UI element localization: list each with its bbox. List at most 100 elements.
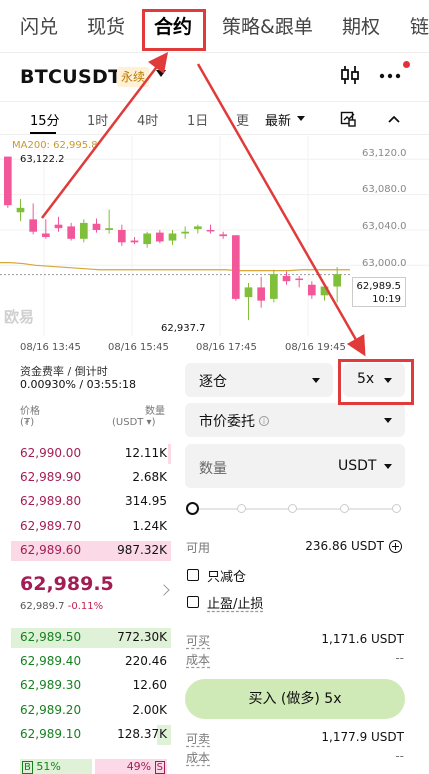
sell-ratio-label: S [154,761,165,774]
bid-size: 128.37K [117,726,167,741]
buy-long-button[interactable]: 买入 (做多) 5x [185,679,405,719]
y-tick: 63,080.0 [362,184,407,195]
candle-down [156,232,164,242]
symbol-title[interactable]: BTCUSDT [20,66,121,88]
cost-label: 成本 [186,751,211,765]
bid-row[interactable]: 62,989.40 220.46 [0,651,175,673]
tab-spot[interactable]: 现货 [87,12,125,39]
reduce-only-label[interactable]: 只减仓 [207,566,246,585]
can-buy-value: 1,171.6 USDT [321,632,404,646]
interval-more[interactable]: 更 [236,110,249,129]
slider-step-75[interactable] [340,504,349,513]
margin-mode-select[interactable]: 逐仓 [185,363,333,397]
slider-step-25[interactable] [237,504,246,513]
interval-15m[interactable]: 15分 [30,110,60,129]
ob-qty-unit-selector[interactable]: (USDT ▾) [112,417,155,428]
y-tick: 63,040.0 [362,221,407,232]
slider-handle[interactable] [186,502,199,515]
candle-down [29,219,37,232]
interval-1d[interactable]: 1日 [187,110,208,129]
x-tick: 08/16 19:45 [285,342,346,353]
interval-1h[interactable]: 1时 [87,110,108,129]
interval-active-underline [30,132,56,134]
available-label: 可用 [186,541,211,555]
chevron-right-icon[interactable] [158,584,170,596]
candle-up [16,207,25,213]
change-percent: -0.11% [67,601,104,612]
sell-ratio: 49% S [95,759,167,774]
can-sell-value: 1,177.9 USDT [321,730,404,744]
bid-row[interactable]: 62,989.10 128.37K [0,724,175,746]
tab-options[interactable]: 期权 [342,12,380,39]
buy-ratio-label: B [22,761,33,774]
bid-price: 62,989.30 [20,678,82,693]
candle-up [333,274,341,287]
can-buy-label: 可买 [186,634,211,648]
candle-down [257,287,265,301]
candle-down [92,223,101,230]
bid-price: 62,989.50 [20,630,82,644]
ask-price: 62,989.90 [20,470,82,485]
latest-dropdown-icon[interactable] [297,116,305,121]
candle-down [4,156,12,206]
chevron-down-icon [384,418,392,423]
buy-sell-ratio-bar: B 51% 49% S [20,759,167,774]
chevron-up-icon[interactable] [387,112,401,126]
cost-value: -- [395,749,404,763]
candle-up [194,226,202,230]
quantity-input[interactable]: 数量 USDT [185,444,405,488]
ob-price-unit: (₮) [20,417,35,428]
quantity-unit-select[interactable]: USDT [338,458,376,474]
perpetual-badge: 永续 [117,67,150,87]
bid-row[interactable]: 62,989.50 772.30K [0,627,175,649]
ask-size: 2.68K [132,470,167,485]
depth-bar [167,444,171,464]
ask-row[interactable]: 62,990.00 12.11K [0,443,175,465]
ask-size: 314.95 [125,494,167,509]
candle-down [54,224,63,229]
available-value: 236.86 USDT [305,539,384,553]
ask-row[interactable]: 62,989.80 314.95 [0,491,175,513]
info-icon[interactable]: i [259,416,269,426]
slider-step-100[interactable] [392,504,401,513]
candle-down [282,275,291,282]
tab-swap[interactable]: 闪兑 [20,12,58,39]
candle-down [118,229,126,243]
y-tick: 63,000.0 [362,258,407,269]
bid-price: 62,989.10 [20,726,82,741]
ask-row[interactable]: 62,989.70 1.24K [0,516,175,538]
order-type-select[interactable]: 市价委托 i [185,403,405,437]
candle-down [130,240,139,243]
bid-row[interactable]: 62,989.30 12.60 [0,675,175,697]
bid-row[interactable]: 62,989.20 2.00K [0,700,175,722]
ask-row[interactable]: 62,989.60 987.32K [0,540,175,562]
candle-down [308,284,316,296]
candlestick-toggle-icon[interactable] [338,63,362,87]
ask-price: 62,990.00 [20,446,82,460]
plus-circle-icon[interactable] [389,540,402,553]
candle-down [206,229,215,232]
slider-step-50[interactable] [288,504,297,513]
ma200-line [0,262,350,272]
tab-more[interactable]: 链 [410,12,429,39]
more-dots-icon[interactable] [376,63,404,87]
ask-size: 987.32K [117,542,167,557]
x-tick: 08/16 17:45 [196,342,257,353]
tab-strategy-copy[interactable]: 策略&跟单 [222,12,313,39]
interval-bar: 15分 1时 4时 1日 更 最新 [0,101,429,135]
reduce-only-checkbox[interactable] [187,569,199,581]
ask-row[interactable]: 62,989.90 2.68K [0,467,175,489]
candle-up [105,228,113,230]
latest-selector[interactable]: 最新 [265,110,291,129]
candle-up [270,274,278,299]
indicator-icon[interactable] [340,111,356,127]
chevron-down-icon [312,378,320,383]
ask-size: 1.24K [132,518,167,533]
symbol-dropdown-icon[interactable] [156,70,166,77]
tp-sl-checkbox[interactable] [187,596,199,608]
interval-4h[interactable]: 4时 [137,110,158,129]
candlestick-chart[interactable] [0,136,429,360]
ob-price-header: 价格 [20,406,40,417]
candle-up [80,222,88,239]
tp-sl-label[interactable]: 止盈/止损 [207,593,263,612]
